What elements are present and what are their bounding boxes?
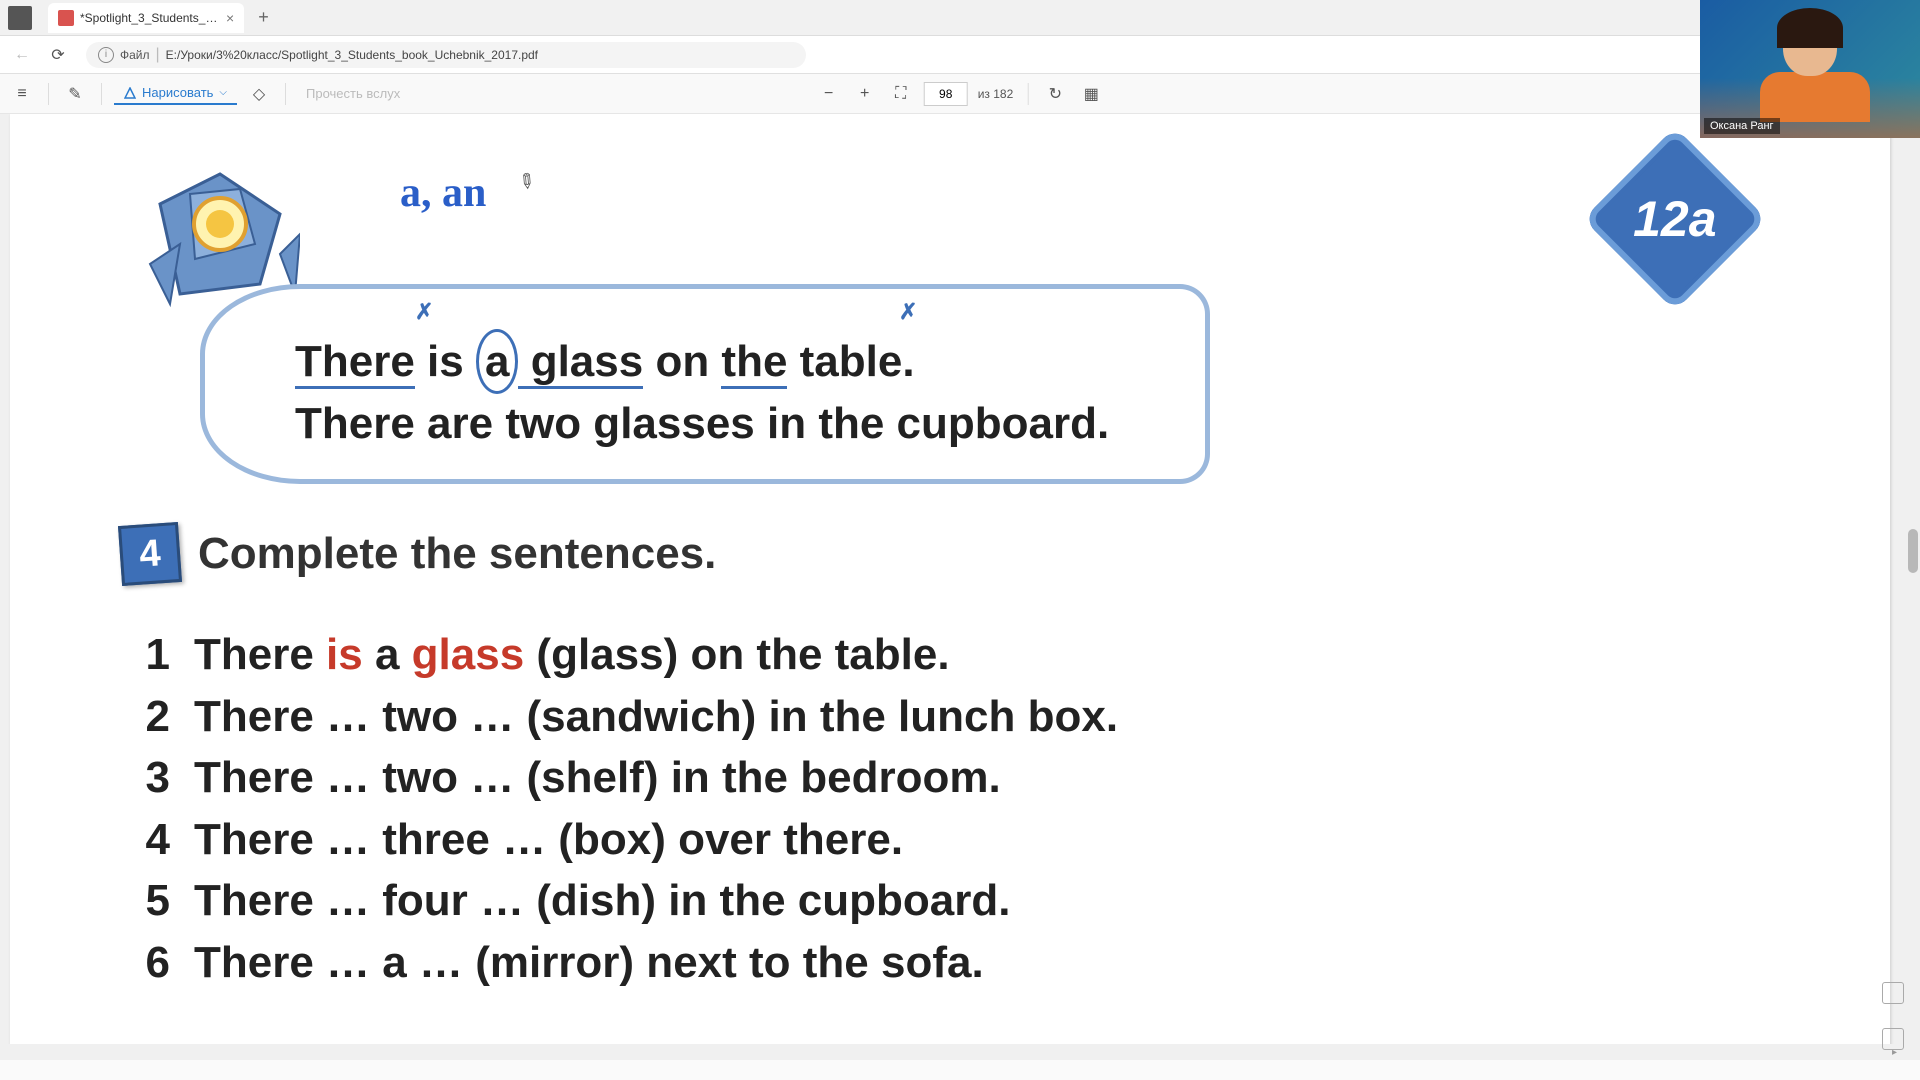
- floating-tool-2[interactable]: [1882, 1028, 1904, 1050]
- zoom-out-button[interactable]: −: [816, 81, 842, 107]
- page-view-button[interactable]: ▦: [1078, 81, 1104, 107]
- back-button[interactable]: ←: [8, 41, 36, 69]
- task-number: 4: [118, 522, 182, 586]
- page-total: из 182: [978, 87, 1014, 101]
- task-item-1: 1 There is a glass (glass) on the table.: [140, 624, 1118, 686]
- browser-tab[interactable]: *Spotlight_3_Students_book_Uc ×: [48, 3, 244, 33]
- rotate-button[interactable]: ↻: [1042, 81, 1068, 107]
- webcam-overlay: Оксана Ранг: [1700, 0, 1920, 138]
- separator: [285, 83, 286, 105]
- erase-icon[interactable]: ◇: [245, 80, 273, 108]
- floating-tool-1[interactable]: [1882, 982, 1904, 1004]
- page-number-input[interactable]: [924, 82, 968, 106]
- horizontal-scrollbar[interactable]: ▸: [0, 1044, 1904, 1060]
- info-icon[interactable]: i: [98, 47, 114, 63]
- address-field[interactable]: i Файл | E:/Уроки/3%20класс/Spotlight_3_…: [86, 42, 806, 68]
- webcam-name: Оксана Ранг: [1704, 118, 1780, 134]
- annotation-mark: ✗: [415, 299, 433, 325]
- rule-line-2: There are two glasses in the cupboard.: [295, 394, 1165, 453]
- separator: [1027, 83, 1028, 105]
- reload-button[interactable]: ⟳: [44, 41, 72, 69]
- annotation-mark: ✗: [899, 299, 917, 325]
- scroll-thumb[interactable]: [1908, 529, 1918, 573]
- pdf-page: a, an ✎ 12a ✗ ✗ There is a glass on the …: [10, 114, 1890, 1060]
- vertical-scrollbar[interactable]: [1904, 114, 1920, 1060]
- webcam-person: [1760, 16, 1860, 126]
- task-item-4: 4There … three … (box) over there.: [140, 809, 1118, 871]
- pdf-toolbar: ≡ ✎ Нарисовать ⌵ ◇ Прочесть вслух − + ⛶ …: [0, 74, 1920, 114]
- bottom-bar: [0, 1060, 1920, 1080]
- chevron-down-icon: ⌵: [219, 87, 227, 98]
- task-item-5: 5There … four … (dish) in the cupboard.: [140, 870, 1118, 932]
- grammar-rule-box: ✗ ✗ There is a glass on the table. There…: [200, 284, 1210, 484]
- separator: [101, 83, 102, 105]
- floating-tools: [1882, 982, 1904, 1050]
- task-item-2: 2There … two … (sandwich) in the lunch b…: [140, 686, 1118, 748]
- file-scheme-label: Файл: [120, 48, 150, 62]
- separator: |: [156, 46, 160, 64]
- fit-page-button[interactable]: ⛶: [888, 81, 914, 107]
- task-item-3: 3There … two … (shelf) in the bedroom.: [140, 747, 1118, 809]
- zoom-in-button[interactable]: +: [852, 81, 878, 107]
- pdf-icon: [58, 10, 74, 26]
- title-bar: *Spotlight_3_Students_book_Uc × +: [0, 0, 1920, 36]
- pencil-cursor-icon: ✎: [512, 167, 541, 197]
- app-icon: [8, 6, 32, 30]
- handwritten-annotation: a, an: [400, 169, 486, 217]
- file-path: E:/Уроки/3%20класс/Spotlight_3_Students_…: [166, 48, 538, 62]
- address-bar: ← ⟳ i Файл | E:/Уроки/3%20класс/Spotligh…: [0, 36, 1920, 74]
- draw-button[interactable]: Нарисовать ⌵: [114, 82, 237, 105]
- contents-icon[interactable]: ≡: [8, 80, 36, 108]
- new-tab-button[interactable]: +: [252, 7, 275, 28]
- task-item-6: 6There … a … (mirror) next to the sofa.: [140, 932, 1118, 994]
- rule-line-1: There is a glass on the table.: [295, 329, 1165, 394]
- pdf-viewport[interactable]: a, an ✎ 12a ✗ ✗ There is a glass on the …: [0, 114, 1920, 1060]
- read-aloud-button[interactable]: Прочесть вслух: [306, 86, 400, 101]
- draw-label: Нарисовать: [142, 85, 213, 100]
- highlight-icon[interactable]: ✎: [61, 80, 89, 108]
- task-4: 4 Complete the sentences. 1 There is a g…: [120, 524, 1118, 994]
- close-tab-button[interactable]: ×: [226, 10, 234, 26]
- page-controls: − + ⛶ из 182 ↻ ▦: [816, 81, 1105, 107]
- task-title: Complete the sentences.: [198, 529, 716, 579]
- separator: [48, 83, 49, 105]
- unit-badge-text: 12a: [1633, 190, 1716, 248]
- tab-title: *Spotlight_3_Students_book_Uc: [80, 11, 220, 25]
- unit-badge: 12a: [1610, 154, 1740, 284]
